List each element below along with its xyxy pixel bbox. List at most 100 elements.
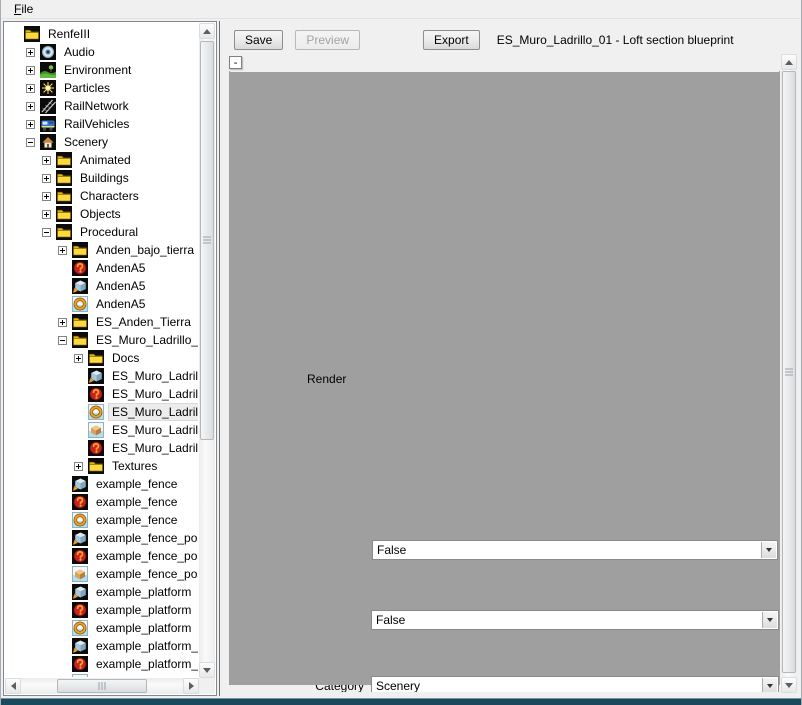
scroll-thumb[interactable]	[200, 41, 214, 440]
right-arrow-icon	[189, 682, 194, 690]
tree-item-particles[interactable]: Particles	[6, 79, 198, 97]
tree-item-railnetwork[interactable]: RailNetwork	[6, 97, 198, 115]
expand-plus-icon[interactable]	[26, 120, 35, 129]
dropdown-can-edit-width[interactable]: False	[371, 610, 779, 630]
tree-item-andena5[interactable]: AndenA5	[6, 277, 198, 295]
tree-item-audio[interactable]: Audio	[6, 43, 198, 61]
scroll-thumb[interactable]	[782, 71, 796, 673]
scroll-down-button[interactable]	[199, 662, 215, 678]
scroll-right-button[interactable]	[183, 678, 199, 694]
tree-item-example-fence-post[interactable]: example_fence_post	[6, 529, 198, 547]
collapse-minus-icon[interactable]	[26, 138, 35, 147]
tree-item-label: Docs	[109, 350, 142, 366]
tree-horizontal-scrollbar[interactable]	[5, 678, 199, 694]
tree-item-animated[interactable]: Animated	[6, 151, 198, 169]
tree-item-es-anden-tierra[interactable]: ES_Anden_Tierra	[6, 313, 198, 331]
folder-icon	[72, 332, 88, 348]
tree-item-label: Textures	[109, 458, 160, 474]
tree-item-docs[interactable]: Docs	[6, 349, 198, 367]
shape-icon	[72, 476, 88, 492]
shape-icon	[88, 368, 104, 384]
expand-plus-icon[interactable]	[42, 174, 51, 183]
scroll-down-button[interactable]	[781, 677, 797, 693]
expand-plus-icon[interactable]	[26, 66, 35, 75]
menu-file[interactable]: File	[7, 1, 40, 17]
tree-item-label: example_fence_post	[93, 530, 198, 546]
tree-item-example-platform-end[interactable]: example_platform_end	[6, 655, 198, 673]
box-icon	[72, 566, 88, 582]
shape-icon	[72, 530, 88, 546]
dropdown-arrow-icon[interactable]	[762, 678, 777, 692]
dropdown-arrow-icon[interactable]	[762, 612, 777, 628]
tree-item-es-muro-ladrillo-01[interactable]: ES_Muro_Ladrillo_01	[6, 331, 198, 349]
dropdown-arrow-icon[interactable]	[761, 542, 776, 558]
tree-vertical-scrollbar[interactable]	[199, 23, 215, 678]
tree-item-railvehicles[interactable]: RailVehicles	[6, 115, 198, 133]
expand-plus-icon[interactable]	[26, 102, 35, 111]
tree-item-anden-bajo-tierra[interactable]: Anden_bajo_tierra	[6, 241, 198, 259]
tree-item-es-muro-ladrillo-01[interactable]: ES_Muro_Ladrillo_01	[6, 367, 198, 385]
tree-item-example-fence[interactable]: example_fence	[6, 475, 198, 493]
preview-button[interactable]: Preview	[295, 30, 360, 50]
tree-item-objects[interactable]: Objects	[6, 205, 198, 223]
tree-item-scenery[interactable]: Scenery	[6, 133, 198, 151]
tree-item-andena5[interactable]: AndenA5	[6, 295, 198, 313]
tree-item-label: RailVehicles	[61, 116, 132, 132]
collapse-toggle[interactable]: -	[229, 56, 242, 69]
tree-item-example-platform-end[interactable]: example_platform_end	[6, 673, 198, 677]
window-bottom-edge	[1, 698, 801, 705]
tree-item-andena5[interactable]: AndenA5	[6, 259, 198, 277]
form-vertical-scrollbar[interactable]	[781, 54, 797, 693]
collapse-minus-icon[interactable]	[58, 336, 67, 345]
thumb-grip	[98, 682, 105, 690]
tree-item-textures[interactable]: Textures	[6, 457, 198, 475]
tree-item-example-fence[interactable]: example_fence	[6, 493, 198, 511]
tree-item-example-platform[interactable]: example_platform	[6, 619, 198, 637]
expand-plus-icon[interactable]	[74, 462, 83, 471]
tree-item-renfeiii[interactable]: RenfeIII	[6, 25, 198, 43]
tree-item-example-platform-end[interactable]: example_platform_end	[6, 637, 198, 655]
expand-plus-icon[interactable]	[42, 192, 51, 201]
folder-icon	[72, 242, 88, 258]
tree-item-example-fence[interactable]: example_fence	[6, 511, 198, 529]
export-button[interactable]: Export	[423, 30, 480, 50]
expand-plus-icon[interactable]	[74, 354, 83, 363]
folder-icon	[24, 26, 40, 42]
expand-plus-icon[interactable]	[42, 156, 51, 165]
tree-item-example-platform[interactable]: example_platform	[6, 601, 198, 619]
tree-item-example-platform[interactable]: example_platform	[6, 583, 198, 601]
expand-plus-icon[interactable]	[58, 246, 67, 255]
tree-item-example-fence-post[interactable]: example_fence_post	[6, 565, 198, 583]
shape-icon	[72, 278, 88, 294]
save-button[interactable]: Save	[234, 30, 283, 50]
scroll-left-button[interactable]	[5, 678, 21, 694]
thumb-grip	[785, 369, 793, 376]
tree-item-es-muro-ladrillo-01[interactable]: ES_Muro_Ladrillo_01	[6, 385, 198, 403]
tree-item-es-muro-ladrillo-01[interactable]: ES_Muro_Ladrillo_01	[6, 403, 198, 421]
tree-item-label: Audio	[61, 44, 98, 60]
scroll-up-button[interactable]	[781, 54, 797, 70]
field-control: Scenery	[371, 675, 780, 692]
expand-plus-icon[interactable]	[26, 48, 35, 57]
folder-icon	[56, 224, 72, 240]
expand-plus-icon[interactable]	[58, 318, 67, 327]
expand-plus-icon[interactable]	[26, 84, 35, 93]
scroll-track[interactable]	[781, 70, 797, 677]
scroll-thumb[interactable]	[57, 679, 148, 693]
tree-item-procedural[interactable]: Procedural	[6, 223, 198, 241]
tree-item-es-muro-ladrillo-01[interactable]: ES_Muro_Ladrillo_01	[6, 421, 198, 439]
tree-item-environment[interactable]: Environment	[6, 61, 198, 79]
tree-item-characters[interactable]: Characters	[6, 187, 198, 205]
scroll-up-button[interactable]	[199, 23, 215, 39]
tree-item-label: Environment	[61, 62, 134, 78]
expand-plus-icon[interactable]	[42, 210, 51, 219]
dropdown-category[interactable]: Scenery	[371, 676, 779, 692]
scroll-track[interactable]	[199, 39, 215, 662]
tree-item-example-fence-post[interactable]: example_fence_post	[6, 547, 198, 565]
up-arrow-icon	[203, 29, 211, 34]
collapse-minus-icon[interactable]	[42, 228, 51, 237]
tree-item-buildings[interactable]: Buildings	[6, 169, 198, 187]
scroll-track[interactable]	[21, 678, 183, 694]
dropdown-cap-if-section-type-change[interactable]: False	[372, 540, 778, 560]
tree-item-es-muro-ladrillo-01[interactable]: ES_Muro_Ladrillo_01	[6, 439, 198, 457]
